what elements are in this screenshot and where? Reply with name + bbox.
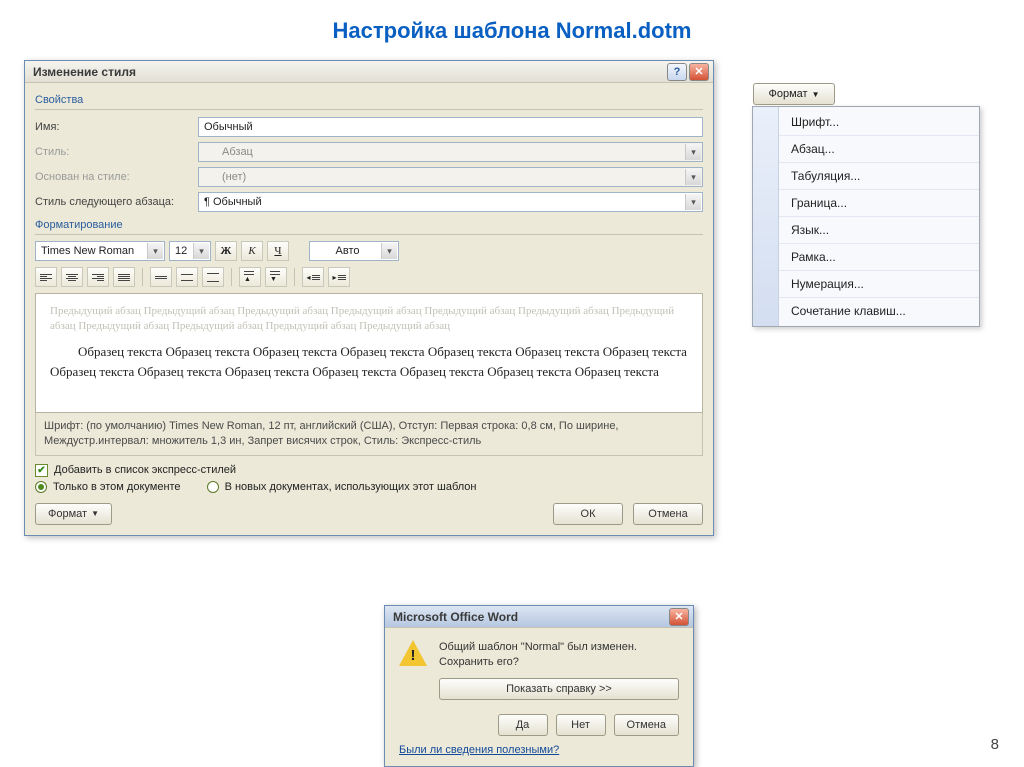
font-size-combo[interactable]: 12 ▾	[169, 241, 211, 261]
section-properties: Свойства	[35, 91, 703, 110]
italic-button[interactable]: К	[241, 241, 263, 261]
align-justify-button[interactable]	[113, 267, 135, 287]
separator	[294, 268, 295, 286]
based-on-combo: (нет) ▾	[198, 167, 703, 187]
menu-item-language[interactable]: Язык...	[779, 217, 979, 244]
format-button[interactable]: Формат ▼	[35, 503, 112, 525]
separator	[231, 268, 232, 286]
msgbox-text: Общий шаблон "Normal" был изменен. Сохра…	[439, 640, 679, 670]
spacing-15-button[interactable]	[176, 267, 198, 287]
decrease-indent-button[interactable]: ◂	[302, 267, 324, 287]
chevron-down-icon: ▼	[812, 90, 820, 99]
format-menu: Формат ▼ Шрифт... Абзац... Табуляция... …	[752, 106, 980, 327]
font-name-combo[interactable]: Times New Roman ▾	[35, 241, 165, 261]
msgbox-titlebar: Microsoft Office Word ✕	[385, 606, 693, 628]
menu-gutter	[753, 107, 779, 326]
menu-item-font[interactable]: Шрифт...	[779, 109, 979, 136]
menu-item-frame[interactable]: Рамка...	[779, 244, 979, 271]
space-before-inc-button[interactable]: ▲	[239, 267, 261, 287]
radio-this-document[interactable]	[35, 481, 47, 493]
chevron-down-icon: ▼	[91, 509, 99, 518]
feedback-link[interactable]: Были ли сведения полезными?	[399, 744, 679, 756]
chevron-down-icon[interactable]: ▾	[147, 243, 163, 259]
based-on-label: Основан на стиле:	[35, 171, 190, 183]
chevron-down-icon[interactable]: ▾	[381, 243, 397, 259]
space-before-dec-button[interactable]: ▼	[265, 267, 287, 287]
style-type-combo: Абзац ▾	[198, 142, 703, 162]
section-formatting: Форматирование	[35, 216, 703, 235]
show-help-button[interactable]: Показать справку >>	[439, 678, 679, 700]
menu-item-border[interactable]: Граница...	[779, 190, 979, 217]
dialog-title: Изменение стиля	[33, 65, 136, 79]
bold-button[interactable]: Ж	[215, 241, 237, 261]
formatting-toolbar: Times New Roman ▾ 12 ▾ Ж К Ч Авто ▾	[35, 241, 703, 261]
preview-previous-paragraph: Предыдущий абзац Предыдущий абзац Предыд…	[50, 304, 688, 334]
msgbox-close-button[interactable]: ✕	[669, 608, 689, 626]
no-button[interactable]: Нет	[556, 714, 606, 736]
chevron-down-icon: ▾	[685, 144, 701, 160]
yes-button[interactable]: Да	[498, 714, 548, 736]
underline-button[interactable]: Ч	[267, 241, 289, 261]
preview-pane: Предыдущий абзац Предыдущий абзац Предыд…	[35, 293, 703, 413]
radio-this-document-label: Только в этом документе	[53, 481, 181, 493]
menu-item-paragraph[interactable]: Абзац...	[779, 136, 979, 163]
spacing-1-button[interactable]	[150, 267, 172, 287]
chevron-down-icon[interactable]: ▾	[193, 243, 209, 259]
save-template-msgbox: Microsoft Office Word ✕ ! Общий шаблон "…	[384, 605, 694, 767]
align-right-button[interactable]	[87, 267, 109, 287]
next-style-label: Стиль следующего абзаца:	[35, 196, 190, 208]
modify-style-dialog: Изменение стиля ? ✕ Свойства Имя: Обычны…	[24, 60, 714, 536]
menu-item-shortcut[interactable]: Сочетание клавиш...	[779, 298, 979, 324]
page-title: Настройка шаблона Normal.dotm	[0, 18, 1024, 44]
separator	[142, 268, 143, 286]
radio-new-documents-label: В новых документах, использующих этот ша…	[225, 481, 477, 493]
quick-style-label: Добавить в список экспресс-стилей	[54, 464, 236, 476]
name-label: Имя:	[35, 121, 190, 133]
style-type-label: Стиль:	[35, 146, 190, 158]
menu-item-tabs[interactable]: Табуляция...	[779, 163, 979, 190]
align-center-button[interactable]	[61, 267, 83, 287]
radio-new-documents[interactable]	[207, 481, 219, 493]
next-style-combo[interactable]: ¶ Обычный ▾	[198, 192, 703, 212]
align-left-button[interactable]	[35, 267, 57, 287]
msgbox-cancel-button[interactable]: Отмена	[614, 714, 679, 736]
increase-indent-button[interactable]: ▸	[328, 267, 350, 287]
style-description: Шрифт: (по умолчанию) Times New Roman, 1…	[35, 413, 703, 456]
chevron-down-icon[interactable]: ▾	[685, 194, 701, 210]
dialog-titlebar: Изменение стиля ? ✕	[25, 61, 713, 83]
name-field[interactable]: Обычный	[198, 117, 703, 137]
quick-style-checkbox[interactable]: ✔	[35, 464, 48, 477]
page-number: 8	[991, 736, 999, 753]
help-button[interactable]: ?	[667, 63, 687, 81]
menu-item-numbering[interactable]: Нумерация...	[779, 271, 979, 298]
chevron-down-icon: ▾	[685, 169, 701, 185]
font-color-combo[interactable]: Авто ▾	[309, 241, 399, 261]
close-button[interactable]: ✕	[689, 63, 709, 81]
ok-button[interactable]: ОК	[553, 503, 623, 525]
cancel-button[interactable]: Отмена	[633, 503, 703, 525]
msgbox-title: Microsoft Office Word	[393, 610, 518, 624]
preview-sample-text: Образец текста Образец текста Образец те…	[50, 342, 688, 382]
spacing-2-button[interactable]	[202, 267, 224, 287]
format-menu-button[interactable]: Формат ▼	[753, 83, 835, 105]
warning-icon: !	[399, 640, 427, 668]
paragraph-toolbar: ▲ ▼ ◂ ▸	[35, 267, 703, 287]
